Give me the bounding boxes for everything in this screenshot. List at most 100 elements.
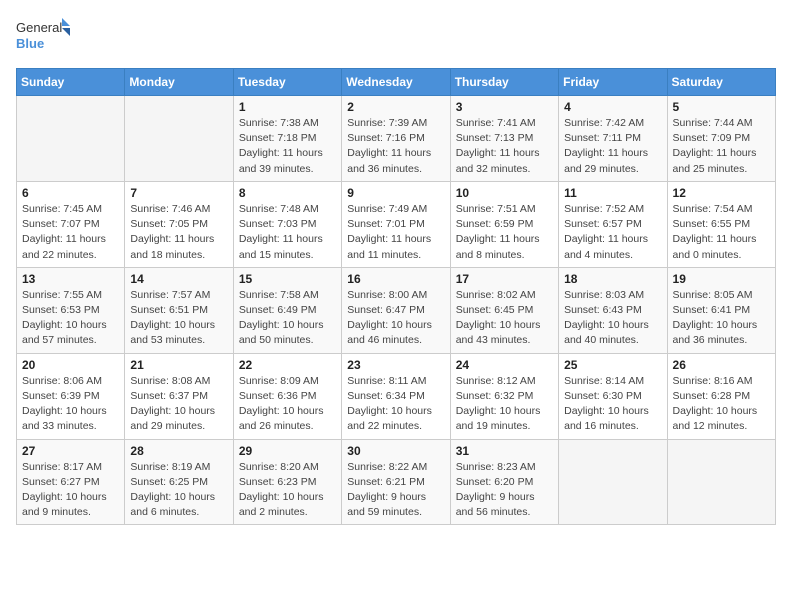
calendar-day-cell: 28 Sunrise: 8:19 AMSunset: 6:25 PMDayligh… <box>125 439 233 525</box>
day-info: Sunrise: 7:54 AMSunset: 6:55 PMDaylight:… <box>673 202 770 263</box>
weekday-header-cell: Friday <box>559 69 667 96</box>
calendar-day-cell: 23 Sunrise: 8:11 AMSunset: 6:34 PMDayligh… <box>342 353 450 439</box>
day-number: 7 <box>130 186 227 200</box>
calendar-day-cell: 26 Sunrise: 8:16 AMSunset: 6:28 PMDayligh… <box>667 353 775 439</box>
calendar-day-cell: 22 Sunrise: 8:09 AMSunset: 6:36 PMDayligh… <box>233 353 341 439</box>
calendar-day-cell: 3 Sunrise: 7:41 AMSunset: 7:13 PMDaylight… <box>450 96 558 182</box>
day-number: 9 <box>347 186 444 200</box>
day-info: Sunrise: 7:55 AMSunset: 6:53 PMDaylight:… <box>22 288 119 349</box>
day-info: Sunrise: 8:14 AMSunset: 6:30 PMDaylight:… <box>564 374 661 435</box>
calendar-day-cell <box>17 96 125 182</box>
day-number: 29 <box>239 444 336 458</box>
calendar-day-cell: 18 Sunrise: 8:03 AMSunset: 6:43 PMDayligh… <box>559 267 667 353</box>
day-info: Sunrise: 8:19 AMSunset: 6:25 PMDaylight:… <box>130 460 227 521</box>
calendar-day-cell <box>559 439 667 525</box>
calendar-day-cell <box>125 96 233 182</box>
day-number: 17 <box>456 272 553 286</box>
day-info: Sunrise: 8:16 AMSunset: 6:28 PMDaylight:… <box>673 374 770 435</box>
day-number: 28 <box>130 444 227 458</box>
calendar-day-cell <box>667 439 775 525</box>
day-number: 3 <box>456 100 553 114</box>
calendar-day-cell: 29Sunrise: 8:20 AMSunset: 6:23 PMDayligh… <box>233 439 341 525</box>
day-number: 20 <box>22 358 119 372</box>
day-number: 10 <box>456 186 553 200</box>
day-info: Sunrise: 7:51 AMSunset: 6:59 PMDaylight:… <box>456 202 553 263</box>
day-number: 8 <box>239 186 336 200</box>
day-number: 23 <box>347 358 444 372</box>
calendar-day-cell: 8 Sunrise: 7:48 AMSunset: 7:03 PMDaylight… <box>233 181 341 267</box>
weekday-header-cell: Sunday <box>17 69 125 96</box>
day-info: Sunrise: 7:41 AMSunset: 7:13 PMDaylight:… <box>456 116 553 177</box>
day-number: 16 <box>347 272 444 286</box>
day-number: 26 <box>673 358 770 372</box>
day-info: Sunrise: 8:23 AMSunset: 6:20 PMDaylight:… <box>456 460 553 521</box>
day-info: Sunrise: 8:00 AMSunset: 6:47 PMDaylight:… <box>347 288 444 349</box>
weekday-header-cell: Tuesday <box>233 69 341 96</box>
day-info: Sunrise: 8:09 AMSunset: 6:36 PMDaylight:… <box>239 374 336 435</box>
day-number: 1 <box>239 100 336 114</box>
day-info: Sunrise: 8:22 AMSunset: 6:21 PMDaylight:… <box>347 460 444 521</box>
calendar-day-cell: 4 Sunrise: 7:42 AMSunset: 7:11 PMDaylight… <box>559 96 667 182</box>
calendar-day-cell: 16 Sunrise: 8:00 AMSunset: 6:47 PMDayligh… <box>342 267 450 353</box>
calendar-day-cell: 20 Sunrise: 8:06 AMSunset: 6:39 PMDayligh… <box>17 353 125 439</box>
calendar-day-cell: 7 Sunrise: 7:46 AMSunset: 7:05 PMDaylight… <box>125 181 233 267</box>
calendar-day-cell: 1 Sunrise: 7:38 AMSunset: 7:18 PMDaylight… <box>233 96 341 182</box>
calendar-day-cell: 27 Sunrise: 8:17 AMSunset: 6:27 PMDayligh… <box>17 439 125 525</box>
day-number: 25 <box>564 358 661 372</box>
calendar-week-row: 20 Sunrise: 8:06 AMSunset: 6:39 PMDayligh… <box>17 353 776 439</box>
day-info: Sunrise: 7:46 AMSunset: 7:05 PMDaylight:… <box>130 202 227 263</box>
calendar-body: 1 Sunrise: 7:38 AMSunset: 7:18 PMDaylight… <box>17 96 776 525</box>
calendar-day-cell: 11Sunrise: 7:52 AMSunset: 6:57 PMDayligh… <box>559 181 667 267</box>
day-number: 14 <box>130 272 227 286</box>
day-number: 13 <box>22 272 119 286</box>
day-info: Sunrise: 8:02 AMSunset: 6:45 PMDaylight:… <box>456 288 553 349</box>
day-number: 21 <box>130 358 227 372</box>
calendar-day-cell: 24Sunrise: 8:12 AMSunset: 6:32 PMDayligh… <box>450 353 558 439</box>
page-header: General Blue <box>16 16 776 56</box>
day-info: Sunrise: 7:58 AMSunset: 6:49 PMDaylight:… <box>239 288 336 349</box>
day-info: Sunrise: 7:49 AMSunset: 7:01 PMDaylight:… <box>347 202 444 263</box>
calendar-day-cell: 15 Sunrise: 7:58 AMSunset: 6:49 PMDayligh… <box>233 267 341 353</box>
day-number: 22 <box>239 358 336 372</box>
day-number: 6 <box>22 186 119 200</box>
day-number: 12 <box>673 186 770 200</box>
day-info: Sunrise: 8:12 AMSunset: 6:32 PMDaylight:… <box>456 374 553 435</box>
svg-text:Blue: Blue <box>16 36 44 51</box>
calendar-day-cell: 21Sunrise: 8:08 AMSunset: 6:37 PMDayligh… <box>125 353 233 439</box>
calendar-day-cell: 2Sunrise: 7:39 AMSunset: 7:16 PMDaylight… <box>342 96 450 182</box>
calendar-week-row: 6Sunrise: 7:45 AMSunset: 7:07 PMDaylight… <box>17 181 776 267</box>
day-info: Sunrise: 8:11 AMSunset: 6:34 PMDaylight:… <box>347 374 444 435</box>
weekday-header-cell: Monday <box>125 69 233 96</box>
weekday-header-cell: Saturday <box>667 69 775 96</box>
calendar-table: SundayMondayTuesdayWednesdayThursdayFrid… <box>16 68 776 525</box>
calendar-day-cell: 14 Sunrise: 7:57 AMSunset: 6:51 PMDayligh… <box>125 267 233 353</box>
day-number: 19 <box>673 272 770 286</box>
calendar-week-row: 13 Sunrise: 7:55 AMSunset: 6:53 PMDayligh… <box>17 267 776 353</box>
day-info: Sunrise: 8:17 AMSunset: 6:27 PMDaylight:… <box>22 460 119 521</box>
day-number: 30 <box>347 444 444 458</box>
day-info: Sunrise: 7:42 AMSunset: 7:11 PMDaylight:… <box>564 116 661 177</box>
day-info: Sunrise: 8:03 AMSunset: 6:43 PMDaylight:… <box>564 288 661 349</box>
calendar-day-cell: 6Sunrise: 7:45 AMSunset: 7:07 PMDaylight… <box>17 181 125 267</box>
calendar-day-cell: 25 Sunrise: 8:14 AMSunset: 6:30 PMDayligh… <box>559 353 667 439</box>
day-number: 2 <box>347 100 444 114</box>
calendar-day-cell: 5Sunrise: 7:44 AMSunset: 7:09 PMDaylight… <box>667 96 775 182</box>
day-info: Sunrise: 8:06 AMSunset: 6:39 PMDaylight:… <box>22 374 119 435</box>
calendar-day-cell: 19Sunrise: 8:05 AMSunset: 6:41 PMDayligh… <box>667 267 775 353</box>
calendar-week-row: 27 Sunrise: 8:17 AMSunset: 6:27 PMDayligh… <box>17 439 776 525</box>
day-info: Sunrise: 7:48 AMSunset: 7:03 PMDaylight:… <box>239 202 336 263</box>
calendar-day-cell: 10 Sunrise: 7:51 AMSunset: 6:59 PMDayligh… <box>450 181 558 267</box>
day-number: 18 <box>564 272 661 286</box>
logo: General Blue <box>16 16 71 56</box>
weekday-header-row: SundayMondayTuesdayWednesdayThursdayFrid… <box>17 69 776 96</box>
day-number: 4 <box>564 100 661 114</box>
calendar-day-cell: 31Sunrise: 8:23 AMSunset: 6:20 PMDayligh… <box>450 439 558 525</box>
day-number: 27 <box>22 444 119 458</box>
day-number: 5 <box>673 100 770 114</box>
day-number: 11 <box>564 186 661 200</box>
day-info: Sunrise: 7:57 AMSunset: 6:51 PMDaylight:… <box>130 288 227 349</box>
calendar-day-cell: 30 Sunrise: 8:22 AMSunset: 6:21 PMDayligh… <box>342 439 450 525</box>
day-info: Sunrise: 7:38 AMSunset: 7:18 PMDaylight:… <box>239 116 336 177</box>
day-number: 15 <box>239 272 336 286</box>
calendar-day-cell: 9 Sunrise: 7:49 AMSunset: 7:01 PMDaylight… <box>342 181 450 267</box>
